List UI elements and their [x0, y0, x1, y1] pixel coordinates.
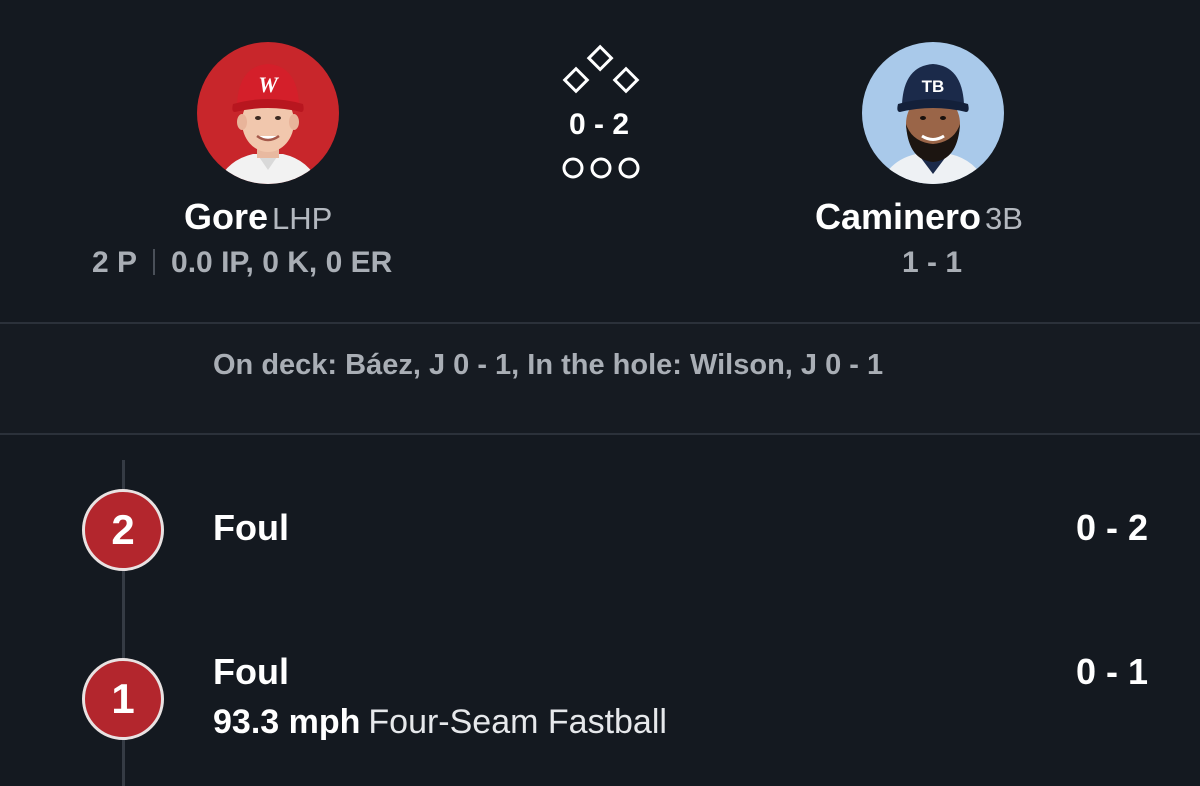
pitcher-line-stats: 0.0 IP, 0 K, 0 ER [171, 246, 393, 279]
divider [0, 433, 1200, 435]
pitcher-name-line[interactable]: Gore LHP [184, 196, 332, 240]
pitch-count: 2 P [92, 246, 138, 279]
pitcher-position: LHP [272, 201, 333, 236]
pitch-count-after: 0 - 2 [1075, 507, 1148, 548]
out-2-icon [590, 157, 612, 179]
pitch-count-after: 0 - 1 [1075, 651, 1148, 692]
pitch-result[interactable]: Foul [213, 507, 289, 549]
matchup-header: W TB 0 - 2 Gore LHP 2 P 0.0 IP, 0 K, 0 E… [0, 0, 1200, 322]
batter-avatar[interactable]: TB [862, 42, 1004, 184]
batter-photo: TB [862, 42, 1004, 184]
pitch-number-badge: 2 [82, 489, 164, 571]
ball-strike-count: 0 - 2 [568, 108, 630, 141]
batter-name: Caminero [815, 196, 982, 237]
pitch-speed: 93.3 mph [213, 703, 361, 741]
svg-text:W: W [258, 72, 279, 97]
first-base-icon [612, 66, 640, 94]
svg-text:TB: TB [922, 77, 945, 96]
bases-diamond-icon [562, 44, 640, 94]
stat-divider [153, 249, 156, 275]
second-base-icon [586, 44, 614, 72]
batter-name-line[interactable]: Caminero 3B [815, 196, 1023, 240]
batter-position: 3B [985, 201, 1023, 236]
pitch-type: Four-Seam Fastball [368, 703, 667, 741]
pitch-detail: 93.3 mph Four-Seam Fastball [213, 703, 667, 742]
pitcher-stats: 2 P 0.0 IP, 0 K, 0 ER [92, 246, 392, 282]
pitcher-name: Gore [184, 196, 269, 237]
pitcher-avatar[interactable]: W [197, 42, 339, 184]
out-3-icon [618, 157, 640, 179]
outs-indicator [562, 157, 640, 179]
pitch-result[interactable]: Foul [213, 651, 289, 693]
pitcher-photo: W [197, 42, 339, 184]
third-base-icon [562, 66, 590, 94]
on-deck-text: On deck: Báez, J 0 - 1, In the hole: Wil… [213, 349, 884, 381]
batter-record: 1 - 1 [902, 246, 963, 279]
out-1-icon [562, 157, 584, 179]
pitch-number-badge: 1 [82, 658, 164, 740]
